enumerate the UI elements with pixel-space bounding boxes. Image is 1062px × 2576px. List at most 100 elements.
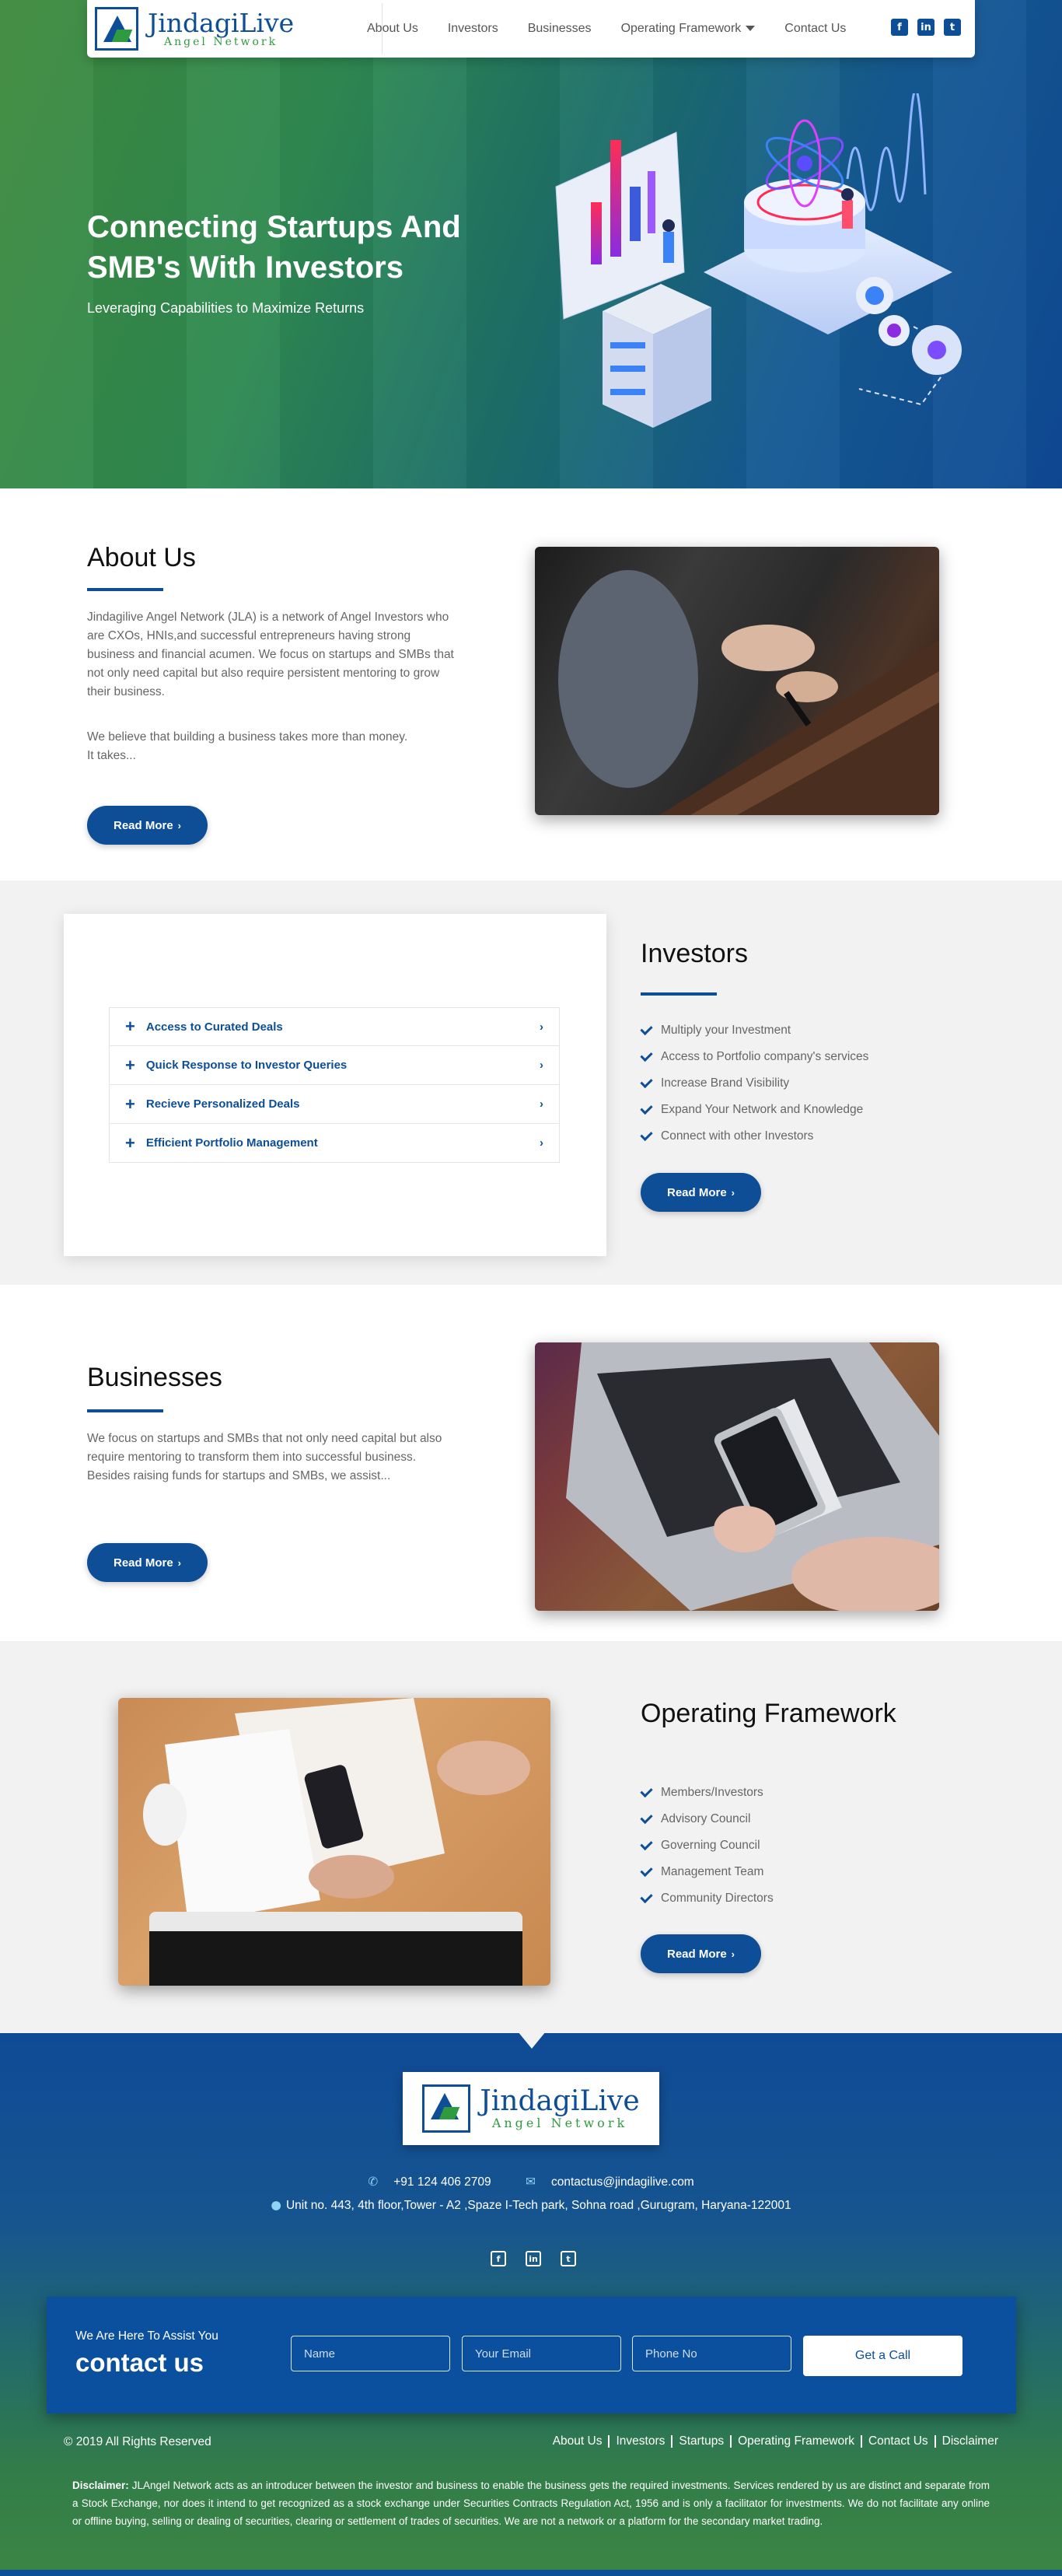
brand-logo[interactable]: JindagiLive Angel Network	[95, 3, 383, 54]
accordion-item-label: Efficient Portfolio Management	[145, 1136, 318, 1150]
list-item-label: Connect with other Investors	[661, 1129, 814, 1143]
list-item: Management Team	[640, 1859, 774, 1885]
list-item-label: Access to Portfolio company's services	[661, 1050, 869, 1063]
envelope-icon: ✉	[525, 2175, 536, 2189]
list-item: Advisory Council	[640, 1806, 774, 1832]
footer-logo[interactable]: JindagiLive Angel Network	[403, 2072, 659, 2145]
nav-businesses[interactable]: Businesses	[528, 22, 592, 36]
footer-address: Unit no. 443, 4th floor,Tower - A2 ,Spaz…	[285, 2199, 791, 2212]
list-item-label: Increase Brand Visibility	[661, 1076, 790, 1090]
framework-list: Members/Investors Advisory Council Gover…	[640, 1780, 774, 1912]
about-paragraph-2: We believe that building a business take…	[87, 730, 408, 762]
plus-icon: +	[125, 1094, 135, 1114]
framework-read-more-button[interactable]: Read More ›	[641, 1934, 761, 1973]
investors-accordion: + Access to Curated Deals › + Quick Respons…	[109, 1007, 560, 1163]
accordion-item-quick-response[interactable]: + Quick Response to Investor Queries ›	[109, 1046, 560, 1085]
footer-link-startups[interactable]: Startups	[672, 2435, 732, 2448]
nav-investors[interactable]: Investors	[448, 22, 498, 36]
accordion-item-portfolio-management[interactable]: + Efficient Portfolio Management ›	[109, 1124, 560, 1163]
linkedin-icon[interactable]: in	[526, 2251, 541, 2266]
disclaimer: Disclaimer: JLAngel Network acts as an i…	[72, 2476, 990, 2530]
check-icon	[640, 1101, 653, 1115]
accordion-item-personalized-deals[interactable]: + Recieve Personalized Deals ›	[109, 1085, 560, 1124]
cta-title: contact us	[75, 2348, 204, 2377]
list-item: Community Directors	[640, 1885, 774, 1912]
laptop-illustration	[566, 1342, 939, 1611]
footer-link-contact-us[interactable]: Contact Us	[862, 2435, 936, 2448]
header-social-links: f in t	[891, 19, 961, 36]
phone-input[interactable]	[632, 2336, 791, 2371]
caret-down-icon	[746, 26, 756, 32]
businesses-read-more-label: Read More	[113, 1556, 173, 1570]
list-item: Connect with other Investors	[640, 1123, 868, 1150]
footer-logo-subtitle: Angel Network	[491, 2115, 628, 2130]
list-item-label: Members/Investors	[661, 1786, 763, 1799]
businesses-read-more-button[interactable]: Read More ›	[87, 1543, 208, 1582]
footer-link-investors[interactable]: Investors	[610, 2435, 673, 2448]
businesses-title: Businesses	[87, 1363, 222, 1392]
footer-link-operating-framework[interactable]: Operating Framework	[732, 2435, 862, 2448]
list-item: Members/Investors	[640, 1780, 774, 1806]
footer-link-about-us[interactable]: About Us	[547, 2435, 610, 2448]
footer-email[interactable]: ✉ contactus@jindagilive.com	[518, 2175, 702, 2189]
footer-phone[interactable]: ✆ +91 124 406 2709	[360, 2175, 498, 2189]
copyright: © 2019 All Rights Reserved	[64, 2435, 211, 2448]
list-item: Multiply your Investment	[640, 1017, 868, 1044]
footer-social-links: f in t	[491, 2251, 576, 2266]
map-marker-icon: ●	[271, 2198, 281, 2212]
hero-title: Connecting Startups And SMB's With Inves…	[87, 210, 461, 285]
investors-read-more-button[interactable]: Read More ›	[641, 1173, 761, 1212]
businesses-paragraph: We focus on startups and SMBs that not o…	[87, 1432, 442, 1482]
about-title: About Us	[87, 543, 196, 572]
accordion-item-curated-deals[interactable]: + Access to Curated Deals ›	[109, 1007, 560, 1046]
about-read-more-button[interactable]: Read More ›	[87, 806, 208, 845]
chevron-right-icon: ›	[540, 1020, 543, 1034]
nav-about-us[interactable]: About Us	[367, 22, 418, 36]
facebook-icon[interactable]: f	[491, 2251, 506, 2266]
investors-read-more-label: Read More	[666, 1185, 727, 1199]
name-input[interactable]	[291, 2336, 450, 2371]
check-icon	[640, 1837, 653, 1850]
list-item-label: Expand Your Network and Knowledge	[661, 1103, 864, 1116]
facebook-icon[interactable]: f	[891, 19, 908, 36]
chevron-right-icon: ›	[731, 1186, 735, 1199]
about-section: About Us Jindagilive Angel Network (JLA)…	[0, 488, 1062, 880]
framework-read-more-label: Read More	[666, 1947, 727, 1961]
footer-logo-name: JindagiLive	[480, 2084, 640, 2117]
plus-icon: +	[125, 1017, 135, 1036]
footer-address-line: ● Unit no. 443, 4th floor,Tower - A2 ,Spa…	[0, 2198, 1062, 2213]
twitter-icon[interactable]: t	[561, 2251, 576, 2266]
logo-mark-icon	[422, 2084, 471, 2133]
footer-link-disclaimer[interactable]: Disclaimer	[936, 2435, 998, 2448]
list-item-label: Community Directors	[661, 1892, 774, 1905]
chevron-right-icon: ›	[540, 1136, 543, 1150]
investors-benefits-list: Multiply your Investment Access to Portf…	[640, 1017, 869, 1150]
accordion-item-label: Quick Response to Investor Queries	[145, 1059, 348, 1072]
chevron-right-icon: ›	[731, 1948, 735, 1960]
framework-title: Operating Framework	[641, 1699, 896, 1728]
list-item: Expand Your Network and Knowledge	[640, 1097, 868, 1123]
businesses-laptop-photo	[535, 1342, 939, 1611]
email-input[interactable]	[462, 2336, 621, 2371]
investors-accordion-card: + Access to Curated Deals › + Quick Respons…	[64, 914, 606, 1256]
footer-phone-text: +91 124 406 2709	[393, 2175, 491, 2189]
investors-title-underline	[641, 992, 717, 996]
footer-email-text: contactus@jindagilive.com	[550, 2175, 694, 2189]
chevron-right-icon: ›	[540, 1059, 543, 1072]
footer-contact-line: ✆ +91 124 406 2709 ✉ contactus@jindagilive…	[0, 2175, 1062, 2189]
footer-bottom-strip	[0, 2570, 1062, 2576]
accordion-item-label: Access to Curated Deals	[145, 1020, 283, 1034]
get-a-call-button[interactable]: Get a Call	[803, 2336, 962, 2376]
list-item-label: Multiply your Investment	[661, 1024, 791, 1037]
top-navbar: JindagiLive Angel Network About Us Inves…	[87, 0, 975, 58]
investors-title: Investors	[641, 939, 748, 968]
logo-name: JindagiLive	[148, 7, 295, 38]
linkedin-icon[interactable]: in	[917, 19, 934, 36]
nav-contact-us[interactable]: Contact Us	[784, 22, 846, 36]
nav-operating-framework[interactable]: Operating Framework	[621, 22, 756, 36]
list-item-label: Advisory Council	[661, 1812, 751, 1825]
accordion-item-label: Recieve Personalized Deals	[145, 1097, 300, 1111]
twitter-icon[interactable]: t	[944, 19, 961, 36]
plus-icon: +	[125, 1055, 135, 1075]
list-item: Increase Brand Visibility	[640, 1070, 868, 1097]
